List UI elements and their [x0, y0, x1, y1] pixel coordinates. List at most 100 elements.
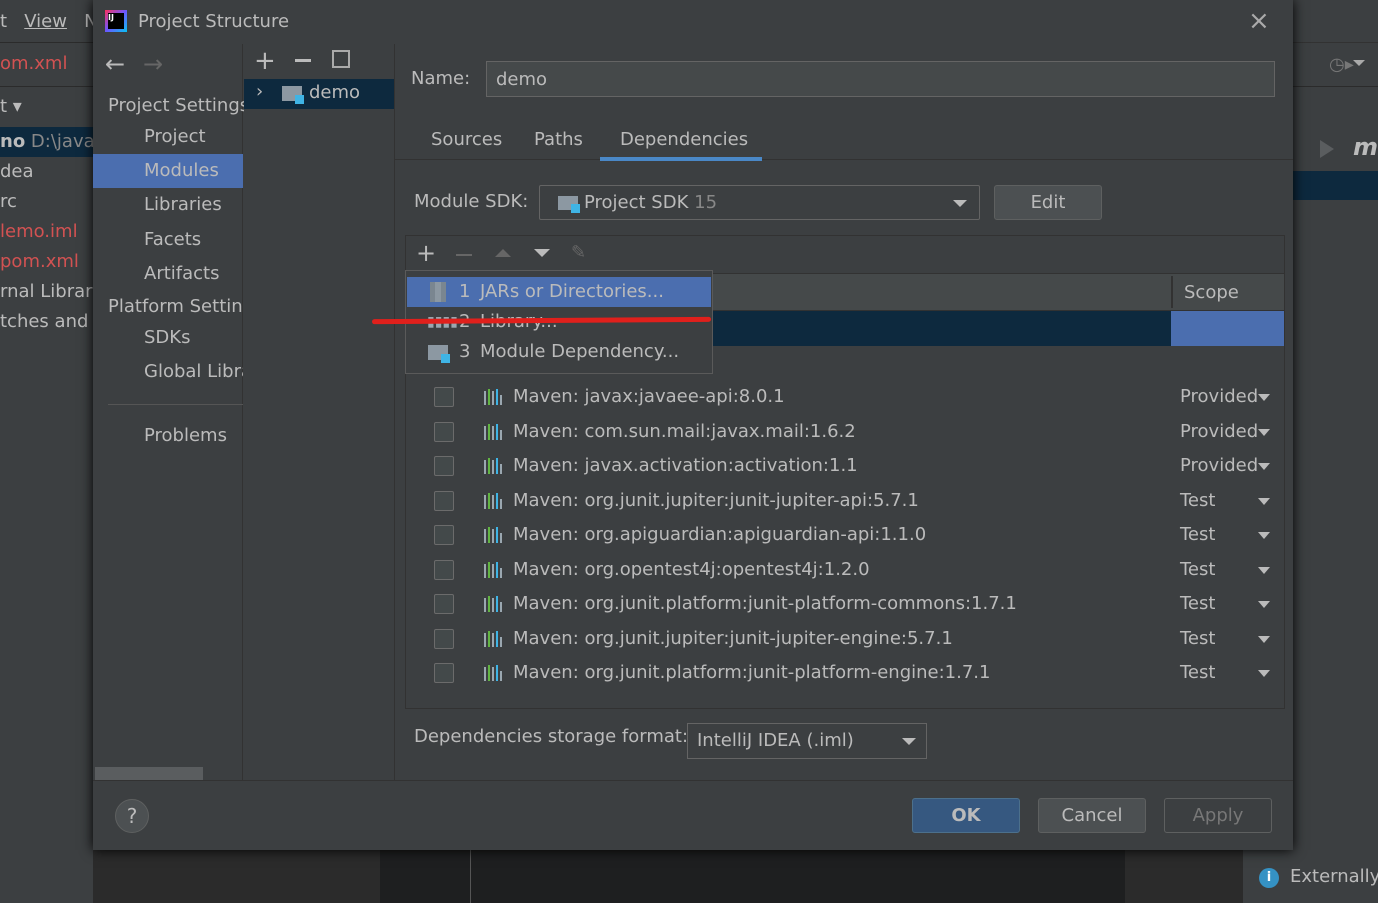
dependency-row[interactable]: Maven: org.junit.platform:junit-platform… [406, 587, 1284, 621]
dependency-row[interactable]: Maven: javax:javaee-api:8.0.1 Provided [406, 380, 1284, 414]
scope-dropdown[interactable]: Test [1180, 484, 1215, 518]
move-down-icon[interactable] [534, 249, 550, 257]
close-icon[interactable]: × [1248, 6, 1270, 36]
dependency-name: Maven: org.apiguardian:apiguardian-api:1… [513, 524, 927, 545]
add-icon[interactable]: + [254, 46, 276, 76]
scope-dropdown[interactable]: Test [1180, 656, 1215, 690]
nav-project[interactable]: Project [93, 120, 243, 154]
library-icon [484, 492, 502, 509]
help-button[interactable]: ? [115, 799, 149, 833]
scope-dropdown[interactable]: Provided [1180, 449, 1258, 483]
export-checkbox[interactable] [434, 559, 454, 580]
menu-item-jars-or-directories[interactable]: 1 JARs or Directories... [407, 277, 711, 307]
scope-dropdown[interactable]: Test [1180, 587, 1215, 621]
module-sdk-dropdown[interactable]: Project SDK 15 [539, 185, 980, 220]
chevron-down-icon [1258, 635, 1270, 643]
dependency-name: Maven: org.junit.platform:junit-platform… [513, 593, 1017, 614]
menu-item[interactable]: t [0, 11, 7, 32]
tree-item[interactable]: no D:\java\ [0, 131, 101, 152]
menu-item-module-dependency[interactable]: 3 Module Dependency... [407, 337, 711, 367]
ok-button[interactable]: OK [912, 798, 1020, 833]
storage-format-dropdown[interactable]: IntelliJ IDEA (.iml) [687, 723, 927, 759]
library-icon [484, 596, 502, 612]
tree-item[interactable]: pom.xml [0, 251, 79, 272]
scope-dropdown[interactable]: Provided [1180, 415, 1258, 449]
library-icon [484, 665, 502, 681]
export-checkbox[interactable] [434, 421, 454, 442]
copy-icon[interactable] [332, 50, 350, 68]
tree-item-demo[interactable]: › demo [244, 79, 394, 109]
ide-background-left: t View N om.xml t ▾ no D:\java\ dea rc l… [0, 0, 107, 903]
project-dropdown[interactable]: t [0, 96, 7, 117]
dependency-row[interactable]: Maven: org.junit.platform:junit-platform… [406, 656, 1284, 690]
tab-dependencies[interactable]: Dependencies [620, 129, 748, 150]
profiler-icon[interactable]: ◷▸ [1329, 54, 1354, 75]
tab-paths[interactable]: Paths [534, 129, 583, 150]
back-icon[interactable]: ← [105, 50, 125, 78]
export-checkbox[interactable] [434, 628, 454, 649]
notification[interactable]: i Externally [1243, 850, 1378, 903]
dependency-name: Maven: javax:javaee-api:8.0.1 [513, 386, 785, 407]
move-up-icon[interactable] [495, 249, 511, 257]
title-bar[interactable]: IJ Project Structure × [93, 0, 1293, 44]
scope-dropdown[interactable]: Test [1180, 622, 1215, 656]
tree-item[interactable]: rc [0, 191, 17, 212]
name-label: Name: [411, 68, 471, 89]
scope-dropdown[interactable]: Provided [1180, 380, 1258, 414]
dialog-title: Project Structure [138, 11, 290, 32]
add-dependency-icon[interactable]: + [416, 239, 436, 267]
export-checkbox[interactable] [434, 663, 454, 683]
dependency-row[interactable]: Maven: com.sun.mail:javax.mail:1.6.2 Pro… [406, 415, 1284, 449]
export-checkbox[interactable] [434, 490, 454, 511]
tab-sources[interactable]: Sources [431, 129, 502, 150]
project-settings-header: Project Settings [108, 95, 250, 116]
nav-artifacts[interactable]: Artifacts [93, 257, 243, 291]
tree-item[interactable]: rnal Librari [0, 281, 98, 302]
name-field[interactable] [486, 61, 1275, 97]
nav-global-libraries[interactable]: Global Libraries [93, 355, 243, 389]
dependency-row[interactable]: Maven: org.opentest4j:opentest4j:1.2.0 T… [406, 553, 1284, 587]
export-checkbox[interactable] [434, 456, 454, 476]
info-icon: i [1259, 868, 1279, 888]
dependency-row[interactable]: Maven: javax.activation:activation:1.1 P… [406, 449, 1284, 483]
tree-item[interactable]: lemo.iml [0, 221, 78, 242]
menu-view[interactable]: View [24, 11, 67, 32]
dependency-row[interactable]: Maven: org.junit.jupiter:junit-jupiter-e… [406, 622, 1284, 656]
dropdown-arrow-icon[interactable] [1353, 60, 1365, 66]
nav-facets[interactable]: Facets [93, 223, 243, 257]
chevron-down-icon [1258, 566, 1270, 574]
forward-icon[interactable]: → [143, 50, 163, 78]
chevron-down-icon [1258, 463, 1270, 470]
nav-modules[interactable]: Modules [93, 154, 243, 188]
nav-sdks[interactable]: SDKs [93, 321, 243, 355]
tree-item[interactable]: dea [0, 161, 34, 182]
chevron-right-icon[interactable]: › [256, 81, 263, 102]
library-icon [484, 561, 502, 578]
dependency-name: Maven: javax.activation:activation:1.1 [513, 455, 858, 476]
export-checkbox[interactable] [434, 594, 454, 614]
dependency-row[interactable]: Maven: org.junit.jupiter:junit-jupiter-a… [406, 484, 1284, 518]
storage-format-label: Dependencies storage format: [414, 726, 689, 747]
export-checkbox[interactable] [434, 525, 454, 545]
export-checkbox[interactable] [434, 387, 454, 407]
edit-button[interactable]: Edit [994, 185, 1102, 220]
run-icon[interactable] [1320, 140, 1334, 158]
tree-item[interactable]: tches and C [0, 311, 107, 332]
scope-dropdown[interactable]: Test [1180, 518, 1215, 552]
scope-dropdown[interactable]: Test [1180, 553, 1215, 587]
scope-column-header[interactable]: Scope [1184, 282, 1239, 303]
apply-button[interactable]: Apply [1164, 798, 1272, 833]
dependency-row[interactable]: Maven: org.apiguardian:apiguardian-api:1… [406, 518, 1284, 552]
platform-settings-header: Platform Settings [108, 296, 243, 317]
nav-libraries[interactable]: Libraries [93, 188, 243, 222]
chevron-down-icon [1258, 601, 1270, 608]
remove-dependency-icon[interactable] [456, 254, 472, 256]
edit-pencil-icon[interactable]: ✎ [571, 242, 586, 263]
cancel-button[interactable]: Cancel [1038, 798, 1146, 833]
library-icon [484, 389, 502, 405]
editor-tab[interactable]: om.xml [0, 53, 67, 74]
remove-icon[interactable] [295, 59, 311, 62]
nav-problems[interactable]: Problems [93, 419, 243, 453]
scrollbar[interactable] [95, 767, 203, 780]
module-tree: + › demo [244, 44, 395, 780]
